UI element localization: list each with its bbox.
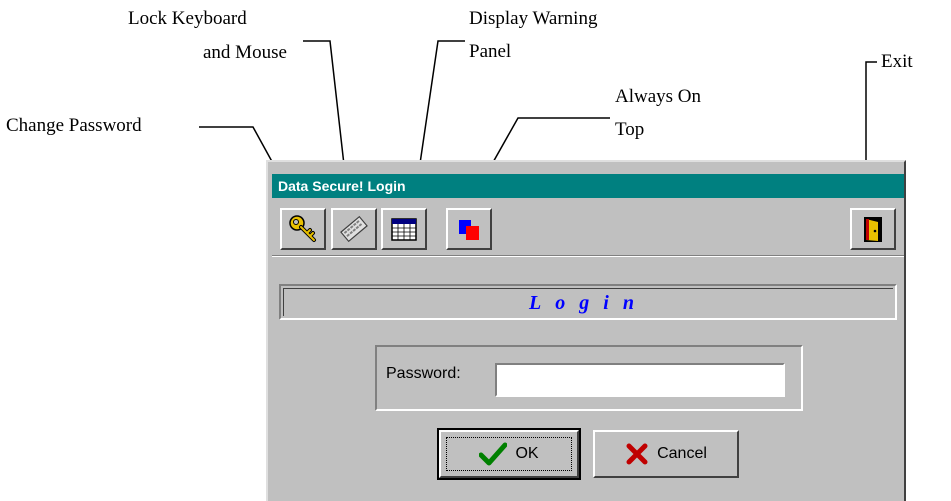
warning-panel-button[interactable] [381, 208, 427, 250]
window-title: Data Secure! Login [272, 174, 904, 198]
keyboard-lock-icon [340, 215, 368, 243]
login-window: Data Secure! Login Login Password: OK Ca… [266, 160, 906, 501]
ok-button[interactable]: OK [437, 428, 581, 480]
password-input[interactable] [495, 363, 785, 397]
warning-panel-icon [391, 218, 417, 241]
login-banner: Login [279, 284, 897, 320]
ok-focus-rect [446, 437, 572, 471]
callout-exit: Exit [881, 51, 913, 72]
login-banner-text: Login [283, 288, 893, 316]
always-on-top-icon [459, 220, 479, 240]
callout-change-password: Change Password [6, 115, 142, 136]
lock-keyboard-button[interactable] [331, 208, 377, 250]
callout-warning-line2: Panel [469, 41, 512, 62]
cancel-label: Cancel [657, 445, 707, 462]
exit-button[interactable] [850, 208, 896, 250]
password-group: Password: [375, 345, 803, 411]
toolbar-separator [272, 255, 904, 257]
callout-ontop-line2: Top [615, 119, 645, 140]
exit-door-icon [864, 217, 882, 242]
always-on-top-button[interactable] [446, 208, 492, 250]
cancel-x-icon [626, 443, 648, 465]
callout-ontop-line1: Always On [615, 86, 702, 107]
callout-lock-line2: and Mouse [203, 42, 287, 63]
change-password-button[interactable] [280, 208, 326, 250]
callout-warning-line1: Display Warning [469, 8, 598, 29]
callout-lock-line1: Lock Keyboard [128, 8, 247, 29]
password-label: Password: [386, 365, 461, 382]
key-icon [289, 215, 316, 242]
cancel-button[interactable]: Cancel [593, 430, 739, 478]
